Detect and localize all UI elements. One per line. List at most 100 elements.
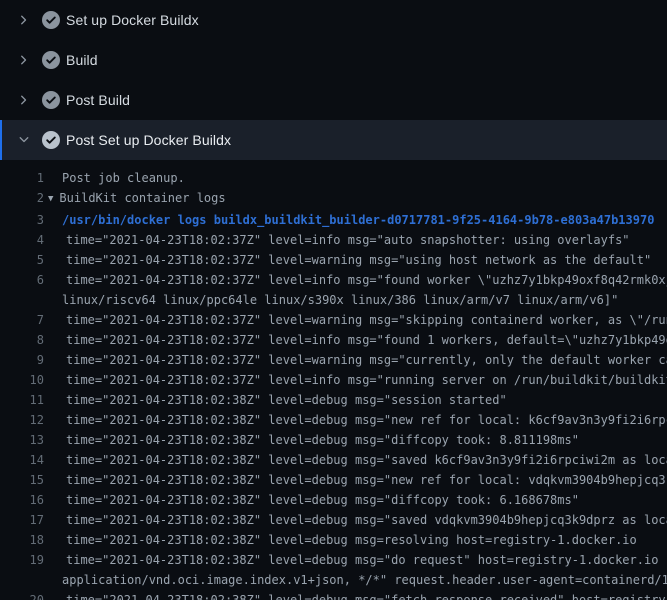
log-line-content: time="2021-04-23T18:02:38Z" level=debug …	[66, 453, 667, 467]
log-line-content: time="2021-04-23T18:02:38Z" level=debug …	[66, 553, 667, 567]
log-line-text: time="2021-04-23T18:02:38Z" level=debug …	[66, 390, 507, 410]
log-line-text: time="2021-04-23T18:02:38Z" level=debug …	[66, 450, 667, 470]
log-line-number[interactable]: 6	[0, 270, 44, 290]
log-line-text: time="2021-04-23T18:02:37Z" level=warnin…	[66, 250, 651, 270]
log-line: 20 time="2021-04-23T18:02:38Z" level=deb…	[0, 590, 667, 600]
log-line-number[interactable]: 2	[0, 188, 44, 210]
log-line-number[interactable]: 4	[0, 230, 44, 250]
log-line-content: BuildKit container logs	[59, 191, 225, 205]
log-line: 14 time="2021-04-23T18:02:38Z" level=deb…	[0, 450, 667, 470]
log-line-number[interactable]: 16	[0, 490, 44, 510]
log-line-content: time="2021-04-23T18:02:38Z" level=debug …	[66, 473, 667, 487]
log-line: 12 time="2021-04-23T18:02:38Z" level=deb…	[0, 410, 667, 430]
log-line-content: application/vnd.oci.image.index.v1+json,…	[62, 573, 667, 587]
log-line: 11 time="2021-04-23T18:02:38Z" level=deb…	[0, 390, 667, 410]
log-line-number[interactable]: 10	[0, 370, 44, 390]
log-line-content: time="2021-04-23T18:02:37Z" level=info m…	[66, 233, 630, 247]
log-line-number[interactable]	[0, 290, 44, 310]
log-line: application/vnd.oci.image.index.v1+json,…	[0, 570, 667, 590]
log-line-number[interactable]: 18	[0, 530, 44, 550]
group-expander-triangle-icon[interactable]: ▼	[48, 189, 53, 209]
check-circle-icon	[42, 11, 60, 29]
chevron-icon	[16, 12, 32, 28]
log-line: 5 time="2021-04-23T18:02:37Z" level=warn…	[0, 250, 667, 270]
step-title: Set up Docker Buildx	[66, 12, 199, 28]
log-line-text: Post job cleanup.	[62, 168, 185, 188]
step-header-1[interactable]: Build	[0, 40, 667, 80]
log-line-text: time="2021-04-23T18:02:38Z" level=debug …	[66, 550, 667, 570]
chevron-icon	[16, 52, 32, 68]
log-line-content: time="2021-04-23T18:02:37Z" level=info m…	[66, 373, 667, 387]
log-line: 17 time="2021-04-23T18:02:38Z" level=deb…	[0, 510, 667, 530]
log-line: 19 time="2021-04-23T18:02:38Z" level=deb…	[0, 550, 667, 570]
step-title: Post Set up Docker Buildx	[66, 132, 231, 148]
log-line: 2 ▼ BuildKit container logs	[0, 188, 667, 210]
log-line: 7 time="2021-04-23T18:02:37Z" level=warn…	[0, 310, 667, 330]
log-line-text: time="2021-04-23T18:02:37Z" level=info m…	[66, 270, 667, 290]
step-header-2[interactable]: Post Build	[0, 80, 667, 120]
log-line-content: time="2021-04-23T18:02:38Z" level=debug …	[66, 433, 579, 447]
chevron-icon	[16, 132, 32, 148]
log-line-text: time="2021-04-23T18:02:38Z" level=debug …	[66, 530, 637, 550]
check-circle-icon	[42, 51, 60, 69]
log-line-content: time="2021-04-23T18:02:38Z" level=debug …	[66, 513, 667, 527]
log-line-number[interactable]: 8	[0, 330, 44, 350]
log-line: linux/riscv64 linux/ppc64le linux/s390x …	[0, 290, 667, 310]
log-line-number[interactable]: 14	[0, 450, 44, 470]
log-line-number[interactable]: 5	[0, 250, 44, 270]
log-line-text: time="2021-04-23T18:02:38Z" level=debug …	[66, 590, 667, 600]
steps-list: Set up Docker Buildx Build Post Build	[0, 0, 667, 160]
log-line-content: time="2021-04-23T18:02:37Z" level=warnin…	[66, 353, 667, 367]
check-circle-icon	[42, 131, 60, 149]
log-line-text: time="2021-04-23T18:02:38Z" level=debug …	[66, 410, 667, 430]
log-line-number[interactable]	[0, 570, 44, 590]
log-line-number[interactable]: 17	[0, 510, 44, 530]
log-line-number[interactable]: 1	[0, 168, 44, 188]
log-line-text: time="2021-04-23T18:02:37Z" level=info m…	[66, 370, 667, 390]
log-line-text: time="2021-04-23T18:02:37Z" level=info m…	[66, 230, 630, 250]
log-line-content: linux/riscv64 linux/ppc64le linux/s390x …	[62, 293, 618, 307]
log-line: 1 Post job cleanup.	[0, 168, 667, 188]
log-line-content: time="2021-04-23T18:02:38Z" level=debug …	[66, 493, 579, 507]
log-line-content: time="2021-04-23T18:02:37Z" level=info m…	[66, 333, 667, 347]
log-line-content: time="2021-04-23T18:02:38Z" level=debug …	[66, 533, 637, 547]
log-line-text: linux/riscv64 linux/ppc64le linux/s390x …	[62, 290, 618, 310]
log-line-text: ▼ BuildKit container logs	[48, 188, 226, 210]
log-line-content: time="2021-04-23T18:02:38Z" level=debug …	[66, 413, 667, 427]
workflow-log-viewer: Set up Docker Buildx Build Post Build	[0, 0, 667, 600]
log-line-number[interactable]: 3	[0, 210, 44, 230]
step-title: Post Build	[66, 92, 130, 108]
log-line-content: time="2021-04-23T18:02:38Z" level=debug …	[66, 593, 667, 600]
step-title: Build	[66, 52, 98, 68]
log-line-number[interactable]: 13	[0, 430, 44, 450]
step-header-0[interactable]: Set up Docker Buildx	[0, 0, 667, 40]
log-line: 8 time="2021-04-23T18:02:37Z" level=info…	[0, 330, 667, 350]
log-line-content: time="2021-04-23T18:02:37Z" level=info m…	[66, 273, 667, 287]
log-line-number[interactable]: 11	[0, 390, 44, 410]
log-line: 10 time="2021-04-23T18:02:37Z" level=inf…	[0, 370, 667, 390]
log-line-text: time="2021-04-23T18:02:38Z" level=debug …	[66, 510, 667, 530]
log-line-text: time="2021-04-23T18:02:38Z" level=debug …	[66, 490, 579, 510]
log-line-content: time="2021-04-23T18:02:37Z" level=warnin…	[66, 313, 667, 327]
log-line-number[interactable]: 19	[0, 550, 44, 570]
log-line-number[interactable]: 7	[0, 310, 44, 330]
log-line-number[interactable]: 15	[0, 470, 44, 490]
log-line: 15 time="2021-04-23T18:02:38Z" level=deb…	[0, 470, 667, 490]
log-line: 4 time="2021-04-23T18:02:37Z" level=info…	[0, 230, 667, 250]
log-line-number[interactable]: 20	[0, 590, 44, 600]
log-line-content: time="2021-04-23T18:02:37Z" level=warnin…	[66, 253, 651, 267]
log-line-content: Post job cleanup.	[62, 171, 185, 185]
log-line-text: time="2021-04-23T18:02:38Z" level=debug …	[66, 430, 579, 450]
log-line-text: time="2021-04-23T18:02:37Z" level=warnin…	[66, 310, 667, 330]
log-line-number[interactable]: 12	[0, 410, 44, 430]
log-area: 1 Post job cleanup. 2 ▼ BuildKit containe…	[0, 160, 667, 600]
chevron-icon	[16, 92, 32, 108]
log-line: 6 time="2021-04-23T18:02:37Z" level=info…	[0, 270, 667, 290]
log-line: 16 time="2021-04-23T18:02:38Z" level=deb…	[0, 490, 667, 510]
log-line-content: time="2021-04-23T18:02:38Z" level=debug …	[66, 393, 507, 407]
log-line-number[interactable]: 9	[0, 350, 44, 370]
log-line: 9 time="2021-04-23T18:02:37Z" level=warn…	[0, 350, 667, 370]
step-header-3[interactable]: Post Set up Docker Buildx	[0, 120, 667, 160]
log-line: 3 /usr/bin/docker logs buildx_buildkit_b…	[0, 210, 667, 230]
log-line: 18 time="2021-04-23T18:02:38Z" level=deb…	[0, 530, 667, 550]
